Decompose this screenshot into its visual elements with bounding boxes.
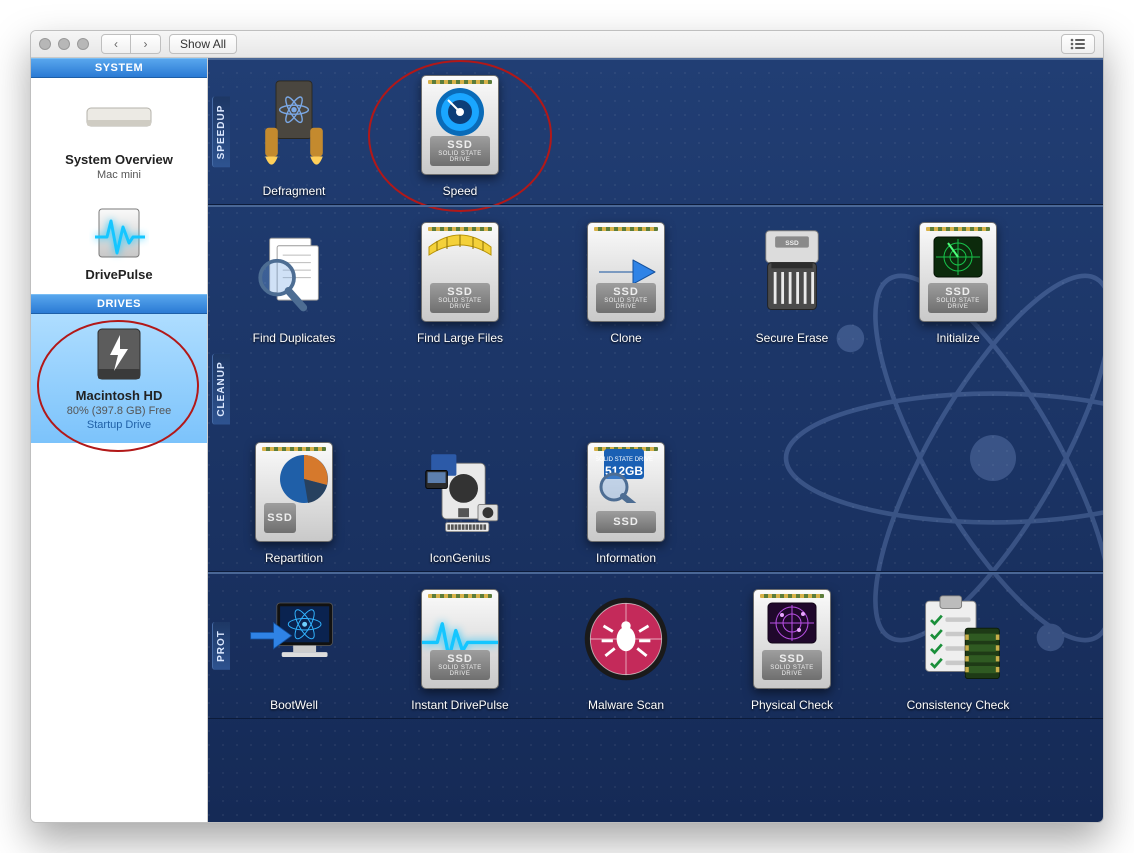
sidebar-item-drivepulse[interactable]: DrivePulse xyxy=(31,193,207,294)
close-dot[interactable] xyxy=(39,38,51,50)
svg-text:SSD: SSD xyxy=(785,240,799,247)
main-panel: SPEEDUP xyxy=(208,58,1103,822)
tool-malware-scan[interactable]: Malware Scan xyxy=(566,584,686,712)
titlebar: ‹ › Show All xyxy=(31,31,1103,58)
tool-speed[interactable]: SSDSOLID STATE DRIVE Speed xyxy=(400,70,520,198)
defragment-icon xyxy=(249,70,339,180)
svg-text:SOLID STATE DRIVE: SOLID STATE DRIVE xyxy=(596,457,653,463)
tool-consistency-check[interactable]: Consistency Check xyxy=(898,584,1018,712)
tool-label: Repartition xyxy=(234,551,354,565)
list-view-toggle[interactable] xyxy=(1061,34,1095,54)
clone-icon: SSDSOLID STATE DRIVE xyxy=(581,217,671,327)
tool-instant-drivepulse[interactable]: SSDSOLID STATE DRIVE Instant DrivePulse xyxy=(400,584,520,712)
window-controls xyxy=(39,38,89,50)
sidebar-item-system-overview[interactable]: System Overview Mac mini xyxy=(31,78,207,193)
tool-secure-erase[interactable]: SSD Secure Erase xyxy=(732,217,852,345)
tool-icongenius[interactable]: IconGenius xyxy=(400,437,520,565)
icongenius-icon xyxy=(415,437,505,547)
section-cleanup: CLEANUP Find Duplicates xyxy=(208,205,1103,572)
forward-button[interactable]: › xyxy=(131,34,161,54)
instant-drivepulse-icon: SSDSOLID STATE DRIVE xyxy=(415,584,505,694)
tool-label: BootWell xyxy=(234,698,354,712)
physical-check-icon: SSDSOLID STATE DRIVE xyxy=(747,584,837,694)
tool-defragment[interactable]: Defragment xyxy=(234,70,354,198)
tool-initialize[interactable]: SSDSOLID STATE DRIVE Initialize xyxy=(898,217,1018,345)
find-duplicates-icon xyxy=(249,217,339,327)
zoom-dot[interactable] xyxy=(77,38,89,50)
sidebar-item-macintosh-hd[interactable]: Macintosh HD 80% (397.8 GB) Free Startup… xyxy=(31,314,207,443)
sidebar-header-drives: DRIVES xyxy=(31,294,207,314)
tool-label: Physical Check xyxy=(732,698,852,712)
tool-find-large-files[interactable]: SSDSOLID STATE DRIVE Find Large Files xyxy=(400,217,520,345)
list-icon xyxy=(1070,38,1086,50)
minimize-dot[interactable] xyxy=(58,38,70,50)
tool-find-duplicates[interactable]: Find Duplicates xyxy=(234,217,354,345)
mac-mini-icon xyxy=(83,92,155,144)
consistency-check-icon xyxy=(913,584,1003,694)
section-label: SPEEDUP xyxy=(212,97,230,168)
tool-label: Find Duplicates xyxy=(234,331,354,345)
tool-label: Malware Scan xyxy=(566,698,686,712)
drivepulse-icon xyxy=(83,207,155,259)
sidebar-item-title: System Overview xyxy=(39,152,199,167)
sidebar-header-system: SYSTEM xyxy=(31,58,207,78)
sidebar-item-title: DrivePulse xyxy=(39,267,199,282)
nav-segmented: ‹ › xyxy=(101,34,161,54)
section-label: PROT xyxy=(212,622,230,670)
show-all-button[interactable]: Show All xyxy=(169,34,237,54)
tool-repartition[interactable]: SSD Repartition xyxy=(234,437,354,565)
tool-clone[interactable]: SSDSOLID STATE DRIVE Clone xyxy=(566,217,686,345)
tool-label: Consistency Check xyxy=(898,698,1018,712)
initialize-icon: SSDSOLID STATE DRIVE xyxy=(913,217,1003,327)
section-protect: PROT xyxy=(208,572,1103,719)
tool-label: Initialize xyxy=(898,331,1018,345)
annotation-circle xyxy=(37,320,199,452)
sidebar-item-subtitle: Mac mini xyxy=(39,169,199,181)
tool-bootwell[interactable]: BootWell xyxy=(234,584,354,712)
malware-scan-icon xyxy=(581,584,671,694)
sidebar: SYSTEM System Overview Mac mini xyxy=(31,58,208,822)
tool-label: Secure Erase xyxy=(732,331,852,345)
tool-information[interactable]: SOLID STATE DRIVE 512GB SSD Information xyxy=(566,437,686,565)
tool-label: Find Large Files xyxy=(400,331,520,345)
section-speedup: SPEEDUP xyxy=(208,58,1103,205)
speed-icon: SSDSOLID STATE DRIVE xyxy=(415,70,505,180)
secure-erase-icon: SSD xyxy=(747,217,837,327)
find-large-files-icon: SSDSOLID STATE DRIVE xyxy=(415,217,505,327)
repartition-icon: SSD xyxy=(249,437,339,547)
back-button[interactable]: ‹ xyxy=(101,34,131,54)
tool-label: Clone xyxy=(566,331,686,345)
tool-label: IconGenius xyxy=(400,551,520,565)
bootwell-icon xyxy=(249,584,339,694)
information-icon: SOLID STATE DRIVE 512GB SSD xyxy=(581,437,671,547)
section-label: CLEANUP xyxy=(212,353,230,424)
tool-label: Information xyxy=(566,551,686,565)
tool-label: Instant DrivePulse xyxy=(400,698,520,712)
tool-physical-check[interactable]: SSDSOLID STATE DRIVE Physical Check xyxy=(732,584,852,712)
tool-label: Defragment xyxy=(234,184,354,198)
app-window: ‹ › Show All SYSTEM xyxy=(30,30,1104,823)
